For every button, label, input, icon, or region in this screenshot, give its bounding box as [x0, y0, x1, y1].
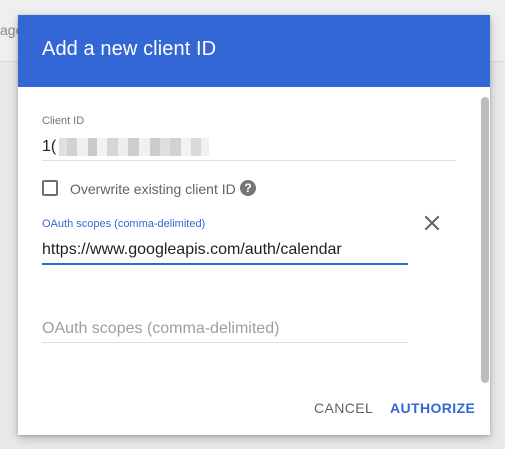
- oauth-scope-underline-2: [42, 342, 408, 343]
- background-partial-text: age: [0, 22, 18, 38]
- overwrite-client-id-checkbox[interactable]: [42, 180, 58, 196]
- dialog-title: Add a new client ID: [42, 38, 217, 60]
- oauth-scope-input-2[interactable]: OAuth scopes (comma-delimited): [42, 320, 279, 338]
- remove-scope-button[interactable]: [420, 213, 444, 237]
- client-id-label: Client ID: [42, 115, 85, 127]
- oauth-scope-underline-1: [42, 263, 408, 265]
- dialog-scrollbar-thumb[interactable]: [481, 97, 489, 383]
- dialog-header: Add a new client ID: [18, 15, 490, 87]
- client-id-underline: [42, 160, 456, 161]
- client-id-visible-prefix: 1(: [42, 138, 57, 155]
- client-id-field[interactable]: 1(: [42, 137, 210, 157]
- cancel-button[interactable]: CANCEL: [314, 400, 373, 420]
- close-icon: [424, 215, 440, 236]
- oauth-scope-label-1: OAuth scopes (comma-delimited): [42, 218, 206, 230]
- authorize-button[interactable]: AUTHORIZE: [390, 400, 475, 420]
- help-icon[interactable]: ?: [240, 180, 256, 196]
- client-id-redacted-value: [59, 138, 210, 156]
- oauth-scope-input-1[interactable]: https://www.googleapis.com/auth/calendar: [42, 241, 342, 259]
- add-client-id-dialog: Add a new client ID Client ID 1( Overwri…: [18, 15, 490, 435]
- overwrite-client-id-label[interactable]: Overwrite existing client ID: [70, 181, 236, 197]
